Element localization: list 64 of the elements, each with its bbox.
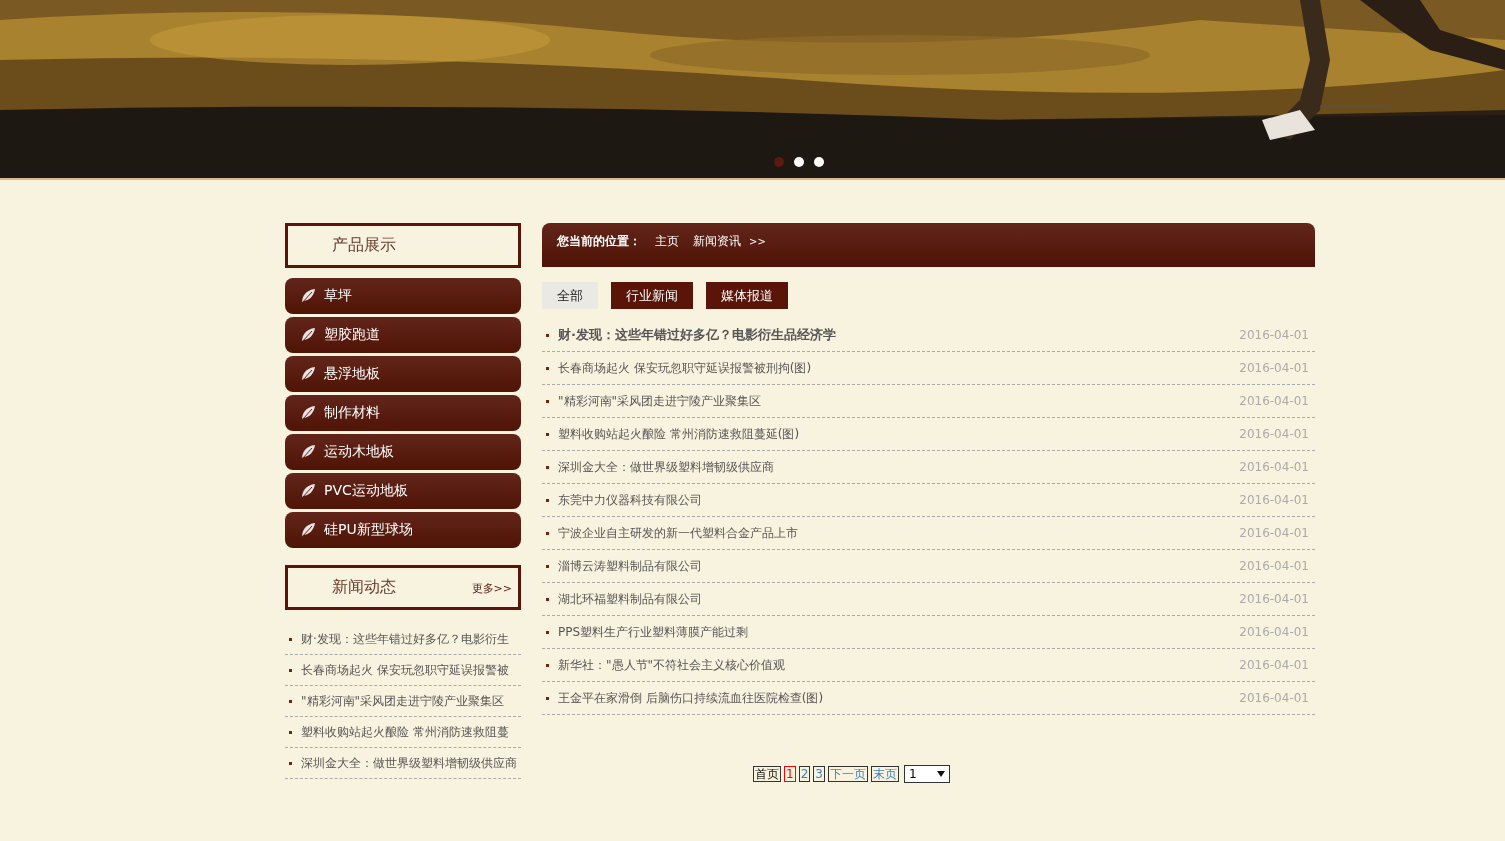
article-date: 2016-04-01 [1239,328,1309,342]
article-link[interactable]: 财·发现：这些年错过好多亿？电影衍生品经济学 [558,326,836,344]
carousel-dot[interactable] [814,157,824,167]
article-date: 2016-04-01 [1239,427,1309,441]
article-date: 2016-04-01 [1239,394,1309,408]
pagination-link[interactable]: 末页 [870,766,899,782]
carousel-dot[interactable] [794,157,804,167]
news-link[interactable]: "精彩河南"采风团走进宁陵产业聚集区 [301,692,505,710]
leaf-icon [300,366,316,382]
dropdown-icon [936,771,945,777]
news-link[interactable]: 深圳金大全：做世界级塑料增韧级供应商 [301,754,517,772]
leaf-icon [300,522,316,538]
article-date: 2016-04-01 [1239,592,1309,606]
category-button[interactable]: 悬浮地板 [285,356,521,392]
category-button[interactable]: 硅PU新型球场 [285,512,521,548]
breadcrumb-separator: >> [749,235,766,247]
article-link[interactable]: PPS塑料生产行业塑料薄膜产能过剩 [558,623,749,641]
news-link[interactable]: 财·发现：这些年错过好多亿？电影衍生 [301,630,509,648]
article-date: 2016-04-01 [1239,460,1309,474]
article-date: 2016-04-01 [1239,691,1309,705]
article-link[interactable]: "精彩河南"采风团走进宁陵产业聚集区 [558,392,762,410]
breadcrumb-link[interactable]: 主页 [655,233,679,250]
article-link[interactable]: 湖北环福塑料制品有限公司 [558,590,702,608]
article-date: 2016-04-01 [1239,658,1309,672]
article-date: 2016-04-01 [1239,625,1309,639]
article-date: 2016-04-01 [1239,493,1309,507]
leaf-icon [300,327,316,343]
article-link[interactable]: 新华社："愚人节"不符社会主义核心价值观 [558,656,786,674]
article-link[interactable]: 宁波企业自主研发的新一代塑料合金产品上市 [558,524,798,542]
category-tab[interactable]: 行业新闻 [611,282,693,309]
article-link[interactable]: 淄博云涛塑料制品有限公司 [558,557,702,575]
article-link[interactable]: 东莞中力仪器科技有限公司 [558,491,702,509]
article-link[interactable]: 长春商场起火 保安玩忽职守延误报警被刑拘(图) [558,359,812,377]
leaf-icon [300,288,316,304]
leaf-icon [300,444,316,460]
leaf-icon [300,405,316,421]
page-select[interactable]: 1 [903,765,950,783]
category-button[interactable]: 制作材料 [285,395,521,431]
article-date: 2016-04-01 [1239,526,1309,540]
category-button[interactable]: 草坪 [285,278,521,314]
category-button[interactable]: PVC运动地板 [285,473,521,509]
pagination-link[interactable]: 3 [813,766,825,782]
pagination-link[interactable]: 2 [798,766,811,782]
category-button[interactable]: 塑胶跑道 [285,317,521,353]
breadcrumb-label: 您当前的位置： [557,233,641,250]
pagination-link[interactable]: 下一页 [827,766,868,782]
carousel-dot[interactable] [774,157,784,167]
pagination-link[interactable]: 首页 [753,766,781,782]
breadcrumb-link[interactable]: 新闻资讯 [693,233,741,250]
article-link[interactable]: 深圳金大全：做世界级塑料增韧级供应商 [558,458,774,476]
article-date: 2016-04-01 [1239,361,1309,375]
news-link[interactable]: 长春商场起火 保安玩忽职守延误报警被 [301,661,509,679]
article-date: 2016-04-01 [1239,559,1309,573]
leaf-icon [300,483,316,499]
article-link[interactable]: 塑料收购站起火酿险 常州消防速救阻蔓延(图) [558,425,800,443]
more-link[interactable]: 更多>> [471,581,512,596]
category-button[interactable]: 运动木地板 [285,434,521,470]
category-tab[interactable]: 全部 [542,282,598,309]
section-title: 产品展示 [332,235,396,256]
news-link[interactable]: 塑料收购站起火酿险 常州消防速救阻蔓 [301,723,509,741]
article-link[interactable]: 王金平在家滑倒 后脑伤口持续流血往医院检查(图) [558,689,824,707]
section-title: 新闻动态 [332,577,396,598]
pagination-link[interactable]: 1 [784,766,796,782]
category-tab[interactable]: 媒体报道 [706,282,788,309]
